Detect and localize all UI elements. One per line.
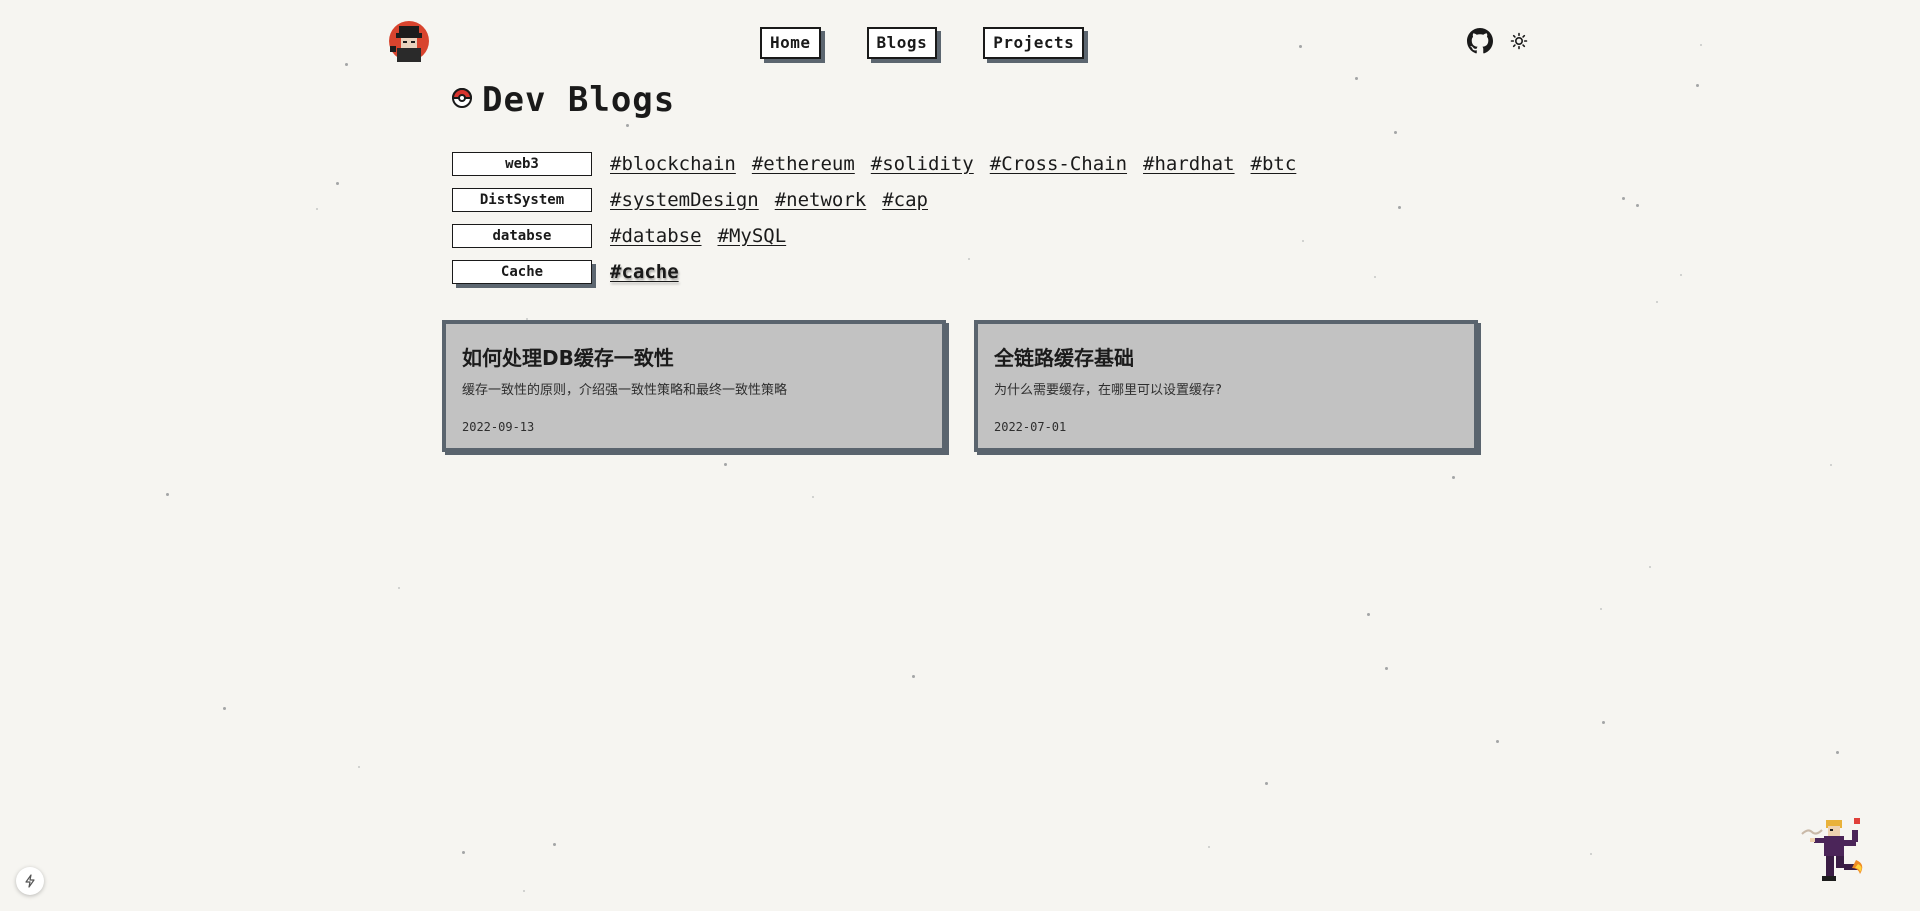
category-filter: web3 #blockchain #ethereum #solidity #Cr… <box>452 146 1296 290</box>
page: Home Blogs Projects Dev Blogs web3 #bloc… <box>0 0 1920 911</box>
post-description: 为什么需要缓存，在哪里可以设置缓存? <box>994 383 1222 398</box>
site-header: Home Blogs Projects <box>0 18 1920 68</box>
tag-list: #systemDesign #network #cap <box>610 189 928 211</box>
post-title: 全链路缓存基础 <box>994 346 1134 370</box>
tag-link[interactable]: #Cross-Chain <box>990 153 1127 175</box>
tag-link[interactable]: #btc <box>1251 153 1297 175</box>
sun-icon[interactable] <box>1506 28 1532 54</box>
post-date: 2022-09-13 <box>462 420 535 434</box>
category-button-web3[interactable]: web3 <box>452 152 592 176</box>
pixel-character-sprite <box>1796 812 1874 886</box>
post-list: 如何处理DB缓存一致性 缓存一致性的原则，介绍强一致性策略和最终一致性策略 20… <box>442 320 1478 452</box>
post-description: 缓存一致性的原则，介绍强一致性策略和最终一致性策略 <box>462 383 788 398</box>
nav-projects-button[interactable]: Projects <box>983 27 1085 59</box>
category-row-distsystem: DistSystem #systemDesign #network #cap <box>452 182 1296 218</box>
tag-link[interactable]: #hardhat <box>1143 153 1235 175</box>
tag-link[interactable]: #databse <box>610 225 702 247</box>
page-heading: Dev Blogs <box>451 80 676 120</box>
main-nav: Home Blogs Projects <box>760 27 1085 59</box>
bolt-icon[interactable] <box>16 867 44 895</box>
category-button-databse[interactable]: databse <box>452 224 592 248</box>
github-icon[interactable] <box>1467 28 1493 54</box>
tag-link-active[interactable]: #cache <box>610 261 679 283</box>
pokeball-icon <box>451 88 473 112</box>
category-button-distsystem[interactable]: DistSystem <box>452 188 592 212</box>
category-row-databse: databse #databse #MySQL <box>452 218 1296 254</box>
tag-list: #cache <box>610 261 679 283</box>
tag-link[interactable]: #solidity <box>871 153 974 175</box>
category-button-cache[interactable]: Cache <box>452 260 592 284</box>
post-card[interactable]: 全链路缓存基础 为什么需要缓存，在哪里可以设置缓存? 2022-07-01 <box>974 320 1478 452</box>
tag-list: #databse #MySQL <box>610 225 786 247</box>
category-row-web3: web3 #blockchain #ethereum #solidity #Cr… <box>452 146 1296 182</box>
tag-link[interactable]: #MySQL <box>718 225 787 247</box>
tag-link[interactable]: #systemDesign <box>610 189 759 211</box>
tag-link[interactable]: #blockchain <box>610 153 736 175</box>
avatar[interactable] <box>386 18 432 64</box>
tag-list: #blockchain #ethereum #solidity #Cross-C… <box>610 153 1296 175</box>
tag-link[interactable]: #network <box>775 189 867 211</box>
tag-link[interactable]: #cap <box>882 189 928 211</box>
tag-link[interactable]: #ethereum <box>752 153 855 175</box>
page-title: Dev Blogs <box>482 80 676 120</box>
category-row-cache: Cache #cache <box>452 254 1296 290</box>
post-date: 2022-07-01 <box>994 420 1067 434</box>
post-card[interactable]: 如何处理DB缓存一致性 缓存一致性的原则，介绍强一致性策略和最终一致性策略 20… <box>442 320 946 452</box>
post-title: 如何处理DB缓存一致性 <box>462 346 674 370</box>
nav-blogs-button[interactable]: Blogs <box>866 27 938 59</box>
nav-home-button[interactable]: Home <box>760 27 821 59</box>
